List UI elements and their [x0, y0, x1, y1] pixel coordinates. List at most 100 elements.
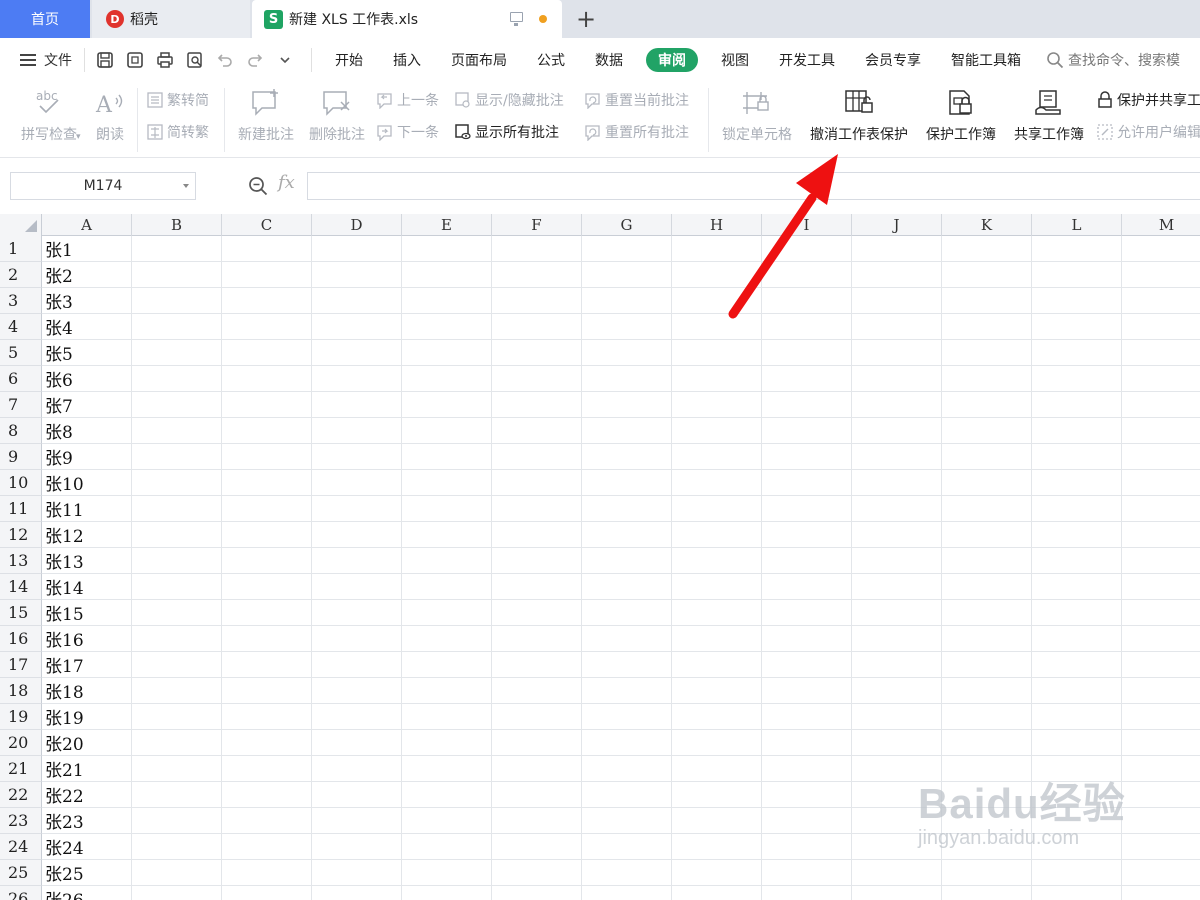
- cell[interactable]: [312, 834, 402, 860]
- cell[interactable]: [852, 262, 942, 288]
- cell[interactable]: [222, 678, 312, 704]
- cell[interactable]: [942, 548, 1032, 574]
- cell[interactable]: [942, 574, 1032, 600]
- cell[interactable]: [852, 678, 942, 704]
- cell[interactable]: [762, 678, 852, 704]
- cell[interactable]: [672, 392, 762, 418]
- row-header[interactable]: 18: [0, 678, 42, 704]
- cell[interactable]: [312, 860, 402, 886]
- column-header-i[interactable]: I: [762, 214, 852, 236]
- cell[interactable]: [852, 522, 942, 548]
- cell[interactable]: [492, 782, 582, 808]
- cell[interactable]: [132, 886, 222, 900]
- cell[interactable]: [852, 548, 942, 574]
- cell[interactable]: [222, 392, 312, 418]
- cell[interactable]: [1032, 808, 1122, 834]
- cell[interactable]: [762, 808, 852, 834]
- column-header-l[interactable]: L: [1032, 214, 1122, 236]
- read-aloud-button[interactable]: A 朗读: [92, 88, 128, 154]
- cell[interactable]: [402, 626, 492, 652]
- cell[interactable]: [1032, 522, 1122, 548]
- cell[interactable]: 张16: [42, 626, 132, 652]
- row-header[interactable]: 17: [0, 652, 42, 678]
- cell[interactable]: 张6: [42, 366, 132, 392]
- cell[interactable]: [492, 418, 582, 444]
- cell[interactable]: [582, 574, 672, 600]
- cell[interactable]: [852, 496, 942, 522]
- cell[interactable]: [582, 652, 672, 678]
- cell[interactable]: [492, 652, 582, 678]
- cell[interactable]: [402, 678, 492, 704]
- trad-to-simp-button[interactable]: 繁转简: [146, 90, 209, 110]
- command-search[interactable]: 查找命令、搜索模: [1046, 50, 1180, 70]
- cell[interactable]: [582, 600, 672, 626]
- cell[interactable]: [852, 418, 942, 444]
- cell[interactable]: [132, 756, 222, 782]
- cell[interactable]: [942, 340, 1032, 366]
- column-header-f[interactable]: F: [492, 214, 582, 236]
- cell[interactable]: [582, 522, 672, 548]
- cell[interactable]: 张8: [42, 418, 132, 444]
- cell[interactable]: [1122, 652, 1200, 678]
- cell[interactable]: [672, 340, 762, 366]
- cell[interactable]: [762, 860, 852, 886]
- cell[interactable]: [402, 340, 492, 366]
- cell[interactable]: [1122, 704, 1200, 730]
- column-header-g[interactable]: G: [582, 214, 672, 236]
- cell[interactable]: [942, 470, 1032, 496]
- print-icon[interactable]: [155, 50, 175, 70]
- cell[interactable]: 张9: [42, 444, 132, 470]
- cell[interactable]: [1032, 366, 1122, 392]
- cell[interactable]: [312, 418, 402, 444]
- cell[interactable]: [672, 288, 762, 314]
- cell[interactable]: [222, 704, 312, 730]
- cell[interactable]: [762, 392, 852, 418]
- cell[interactable]: [222, 652, 312, 678]
- cell[interactable]: [582, 262, 672, 288]
- cell[interactable]: [672, 522, 762, 548]
- cell[interactable]: [312, 652, 402, 678]
- cell[interactable]: [132, 444, 222, 470]
- tab-smart-toolbox[interactable]: 智能工具箱: [951, 50, 1021, 70]
- cell[interactable]: [402, 444, 492, 470]
- cell[interactable]: [1122, 808, 1200, 834]
- share-workbook-button[interactable]: 共享工作簿: [1009, 88, 1089, 154]
- cell[interactable]: [402, 652, 492, 678]
- cell[interactable]: [492, 678, 582, 704]
- cell[interactable]: [762, 366, 852, 392]
- row-header[interactable]: 14: [0, 574, 42, 600]
- cell[interactable]: [402, 808, 492, 834]
- cell[interactable]: 张10: [42, 470, 132, 496]
- cell[interactable]: [312, 678, 402, 704]
- cell[interactable]: [402, 496, 492, 522]
- cell[interactable]: [222, 418, 312, 444]
- cell[interactable]: [582, 678, 672, 704]
- cell[interactable]: [762, 496, 852, 522]
- cell[interactable]: [852, 574, 942, 600]
- cell[interactable]: [312, 288, 402, 314]
- cell[interactable]: [942, 730, 1032, 756]
- cell[interactable]: [762, 444, 852, 470]
- cell[interactable]: [672, 860, 762, 886]
- cell[interactable]: [132, 340, 222, 366]
- cell[interactable]: [762, 600, 852, 626]
- cell[interactable]: [852, 236, 942, 262]
- cell[interactable]: [1032, 730, 1122, 756]
- cell[interactable]: [672, 808, 762, 834]
- delete-comment-button[interactable]: 删除批注: [305, 88, 369, 154]
- cell[interactable]: [942, 652, 1032, 678]
- cell[interactable]: [1122, 444, 1200, 470]
- cell[interactable]: [942, 678, 1032, 704]
- cell[interactable]: [312, 314, 402, 340]
- cell[interactable]: [222, 262, 312, 288]
- cell[interactable]: [1032, 314, 1122, 340]
- tab-formulas[interactable]: 公式: [537, 50, 565, 70]
- cell[interactable]: [492, 600, 582, 626]
- cell[interactable]: [1122, 574, 1200, 600]
- cell[interactable]: [402, 756, 492, 782]
- monitor-icon[interactable]: [510, 12, 523, 26]
- cell[interactable]: [1122, 834, 1200, 860]
- cell[interactable]: 张14: [42, 574, 132, 600]
- cell[interactable]: [582, 288, 672, 314]
- cell[interactable]: [852, 314, 942, 340]
